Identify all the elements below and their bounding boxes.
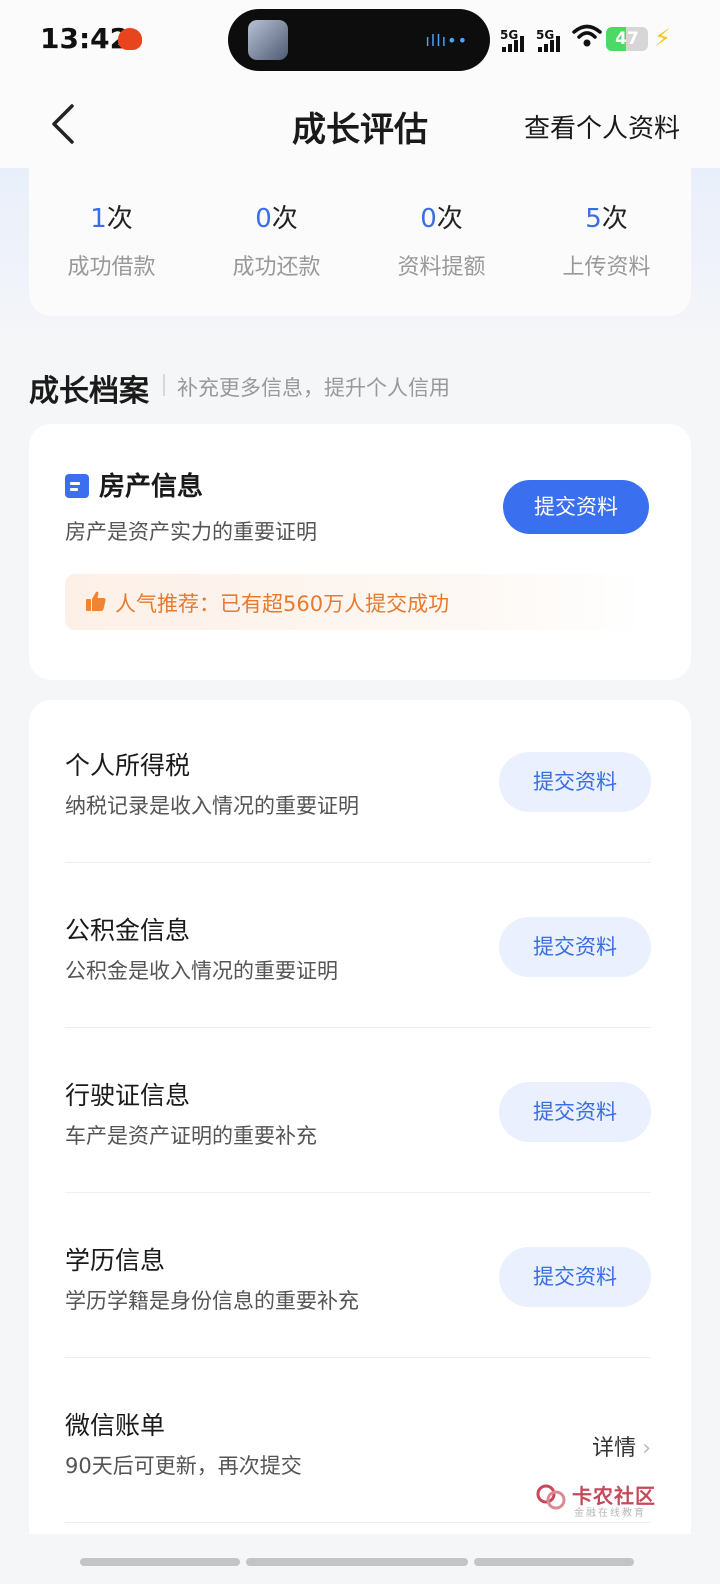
wechat-detail-link[interactable]: 详情 ›	[592, 1430, 651, 1462]
stat-label: 成功还款	[232, 255, 321, 280]
stat-loans: 1次 成功借款	[29, 198, 194, 281]
charging-icon: ⚡	[654, 24, 671, 52]
item-title: 行驶证信息	[65, 1081, 191, 1110]
stat-unit: 次	[436, 204, 463, 234]
detail-link-label: 详情	[592, 1436, 637, 1461]
nav-bar: 成长评估 查看个人资料	[0, 80, 720, 168]
home-indicator-segment	[80, 1558, 240, 1566]
promo-text: 人气推荐：已有超560万人提交成功	[115, 592, 450, 616]
row-divider	[65, 1192, 651, 1193]
list-item-education: 学历信息 学历学籍是身份信息的重要补充 提交资料	[65, 1195, 651, 1360]
stats-card: 1次 成功借款 0次 成功还款 0次 资料提额 5次 上传资料	[29, 168, 691, 316]
list-item-income-tax: 个人所得税 纳税记录是收入情况的重要证明 提交资料	[65, 700, 651, 865]
thumbs-up-icon	[86, 591, 106, 611]
watermark: 卡农社区 金融在线教育	[536, 1480, 656, 1520]
item-desc: 公积金是收入情况的重要证明	[65, 959, 338, 983]
signal-bars-icon-1	[502, 36, 528, 52]
battery-icon: 47	[606, 27, 648, 51]
stat-unit: 次	[601, 204, 628, 234]
view-profile-link[interactable]: 查看个人资料	[524, 108, 680, 145]
document-icon	[65, 474, 89, 498]
submit-income-tax-button[interactable]: 提交资料	[499, 752, 651, 812]
stat-uploads: 5次 上传资料	[524, 198, 689, 281]
media-thumbnail-icon	[248, 20, 288, 60]
item-desc: 90天后可更新，再次提交	[65, 1454, 302, 1478]
row-divider	[65, 1357, 651, 1358]
submit-property-button[interactable]: 提交资料	[503, 480, 649, 534]
stat-count: 0	[255, 204, 272, 234]
stat-unit: 次	[271, 204, 298, 234]
home-indicator-segment	[474, 1558, 634, 1566]
section-title: 成长档案	[29, 374, 149, 409]
item-title: 微信账单	[65, 1411, 166, 1440]
stat-count: 5	[585, 204, 602, 234]
stat-count: 0	[420, 204, 437, 234]
item-title: 学历信息	[65, 1246, 166, 1275]
dynamic-island[interactable]: ıllı••	[228, 9, 490, 71]
submit-housing-fund-button[interactable]: 提交资料	[499, 917, 651, 977]
row-divider	[65, 1522, 651, 1523]
property-card: 房产信息 房产是资产实力的重要证明 提交资料 人气推荐：已有超560万人提交成功	[29, 424, 691, 680]
stat-label: 上传资料	[562, 255, 651, 280]
stat-count: 1	[90, 204, 107, 234]
section-subtitle: 补充更多信息，提升个人信用	[177, 376, 450, 400]
status-time: 13:42	[40, 22, 130, 55]
watermark-logo-icon	[536, 1484, 566, 1510]
stat-label: 资料提额	[397, 255, 486, 280]
section-divider	[163, 374, 165, 396]
home-indicator-segment	[246, 1558, 468, 1566]
list-item-housing-fund: 公积金信息 公积金是收入情况的重要证明 提交资料	[65, 865, 651, 1030]
signal-bars-icon-2	[538, 36, 564, 52]
app-notification-icon	[118, 28, 142, 50]
stat-label: 成功借款	[67, 255, 156, 280]
property-desc: 房产是资产实力的重要证明	[65, 520, 317, 544]
submit-education-button[interactable]: 提交资料	[499, 1247, 651, 1307]
stat-unit: 次	[106, 204, 133, 234]
battery-level: 47	[615, 29, 639, 49]
status-bar: 13:42 ıllı•• 5G 5G 47 ⚡	[0, 0, 720, 80]
item-title: 个人所得税	[65, 751, 191, 780]
stat-limit-increase: 0次 资料提额	[359, 198, 524, 281]
row-divider	[65, 1027, 651, 1028]
item-desc: 学历学籍是身份信息的重要补充	[65, 1289, 359, 1313]
list-item-vehicle-license: 行驶证信息 车产是资产证明的重要补充 提交资料	[65, 1030, 651, 1195]
audio-wave-icon: ıllı••	[425, 31, 468, 50]
property-title: 房产信息	[99, 472, 204, 502]
watermark-subtitle: 金融在线教育	[574, 1508, 646, 1519]
item-desc: 车产是资产证明的重要补充	[65, 1124, 317, 1148]
documents-list-card: 个人所得税 纳税记录是收入情况的重要证明 提交资料 公积金信息 公积金是收入情况…	[29, 700, 691, 1534]
chevron-right-icon: ›	[642, 1436, 651, 1461]
item-title: 公积金信息	[65, 916, 191, 945]
item-desc: 纳税记录是收入情况的重要证明	[65, 794, 359, 818]
submit-vehicle-license-button[interactable]: 提交资料	[499, 1082, 651, 1142]
stat-repayments: 0次 成功还款	[194, 198, 359, 281]
promo-banner: 人气推荐：已有超560万人提交成功	[65, 574, 645, 630]
row-divider	[65, 862, 651, 863]
wifi-icon	[572, 24, 602, 55]
